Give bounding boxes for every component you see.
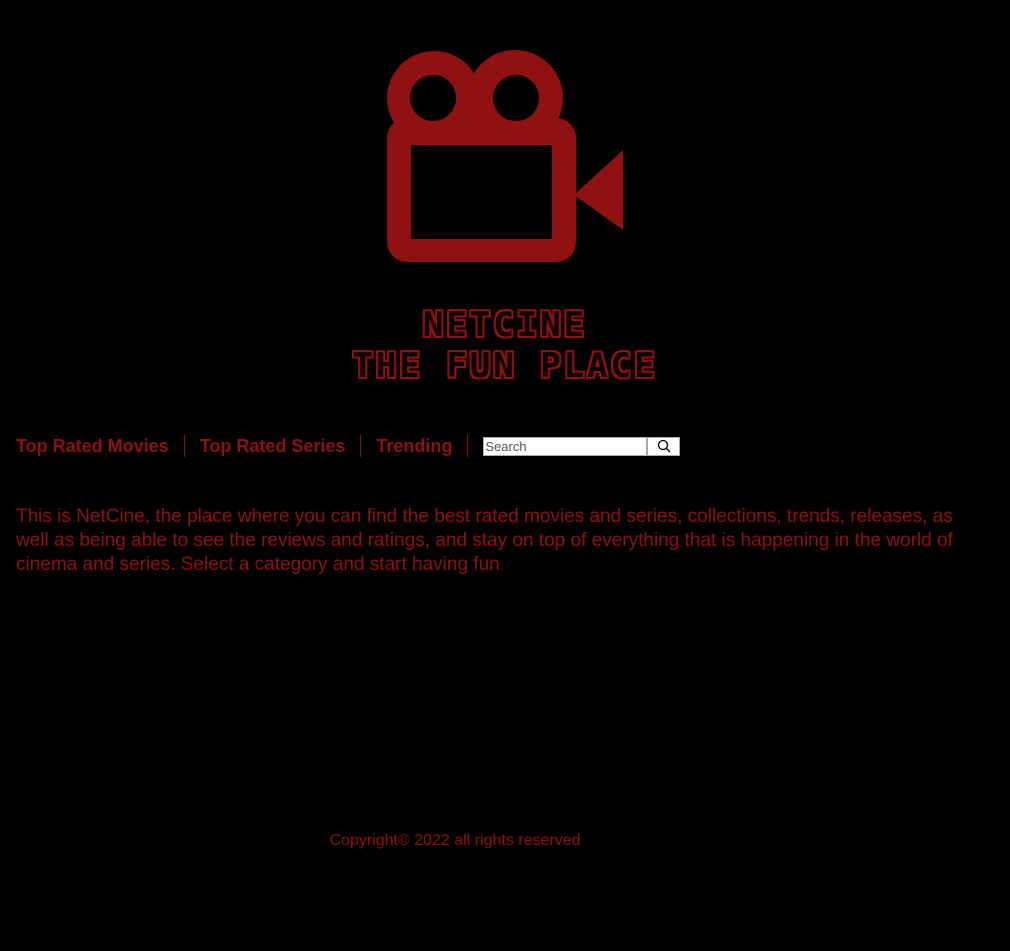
search-icon <box>657 439 671 453</box>
copyright-text: Copyright© 2022 all rights reserved <box>329 832 581 849</box>
nav-trending[interactable]: Trending <box>361 435 469 457</box>
intro-text: This is NetCine, the place where you can… <box>16 506 953 575</box>
search-form <box>483 436 681 456</box>
search-input[interactable] <box>483 436 648 456</box>
nav-top-rated-series[interactable]: Top Rated Series <box>185 435 362 457</box>
video-camera-icon <box>387 50 623 262</box>
brand-name: NETCINE <box>422 305 588 345</box>
page: NETCINE THE FUN PLACE Top Rated Movies T… <box>0 0 1010 951</box>
nav-top-rated-movies[interactable]: Top Rated Movies <box>16 435 185 457</box>
brand-tagline: THE FUN PLACE <box>352 346 658 386</box>
search-button[interactable] <box>647 436 681 456</box>
main-nav: Top Rated Movies Top Rated Series Trendi… <box>16 431 681 461</box>
